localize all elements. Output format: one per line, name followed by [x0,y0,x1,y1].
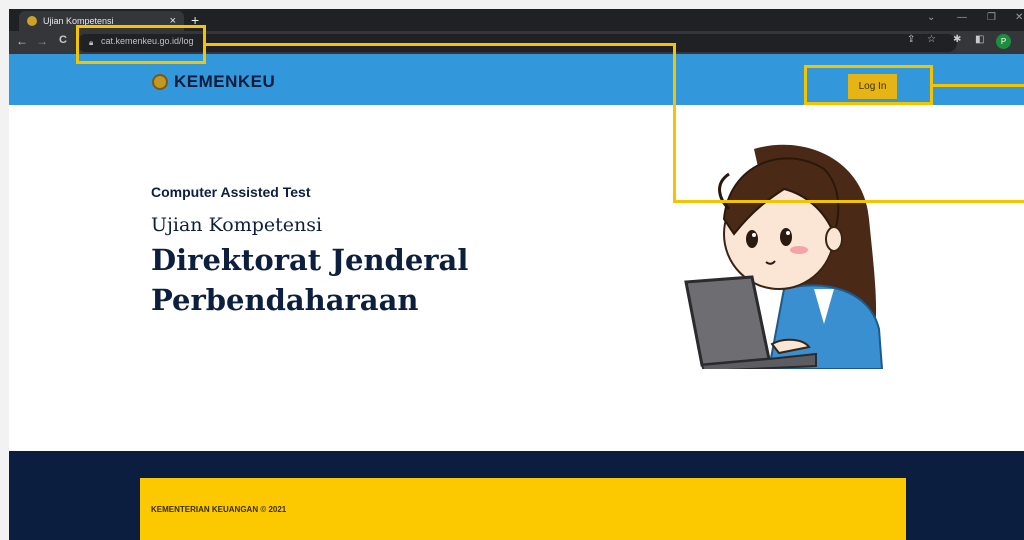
extensions-icon[interactable]: ✱ [953,34,961,45]
kemenkeu-favicon-icon [27,16,37,26]
hero-eyebrow: Computer Assisted Test [151,184,311,200]
hero-subtitle: Ujian Kompetensi [151,214,323,236]
close-window-icon[interactable]: ✕ [1015,12,1023,23]
callout-line [206,43,676,46]
brand-name: KEMENKEU [174,72,276,91]
tab-search-icon[interactable]: ⌄ [927,12,935,23]
footer-copyright: KEMENTERIAN KEUANGAN © 2021 [151,505,287,514]
minimize-icon[interactable]: — [957,12,967,23]
hero-title-line-1: Direktorat Jenderal [151,243,469,277]
kemenkeu-emblem-icon [152,74,168,90]
restore-icon[interactable]: ❐ [987,12,996,23]
side-panel-icon[interactable]: ◧ [975,34,984,45]
hero-title-line-2: Perbendaharaan [151,283,419,317]
hero-title: Direktorat Jenderal Perbendaharaan [151,240,491,320]
back-icon[interactable]: ← [16,34,28,48]
brand-logo[interactable]: KEMENKEU [152,72,275,92]
callout-line [673,43,676,203]
callout-line [933,84,1024,87]
bookmark-star-icon[interactable]: ☆ [927,34,936,45]
forward-icon[interactable]: → [36,34,48,48]
login-highlight-box [804,65,933,105]
site-footer: KEMENTERIAN KEUANGAN © 2021 [9,451,1024,540]
url-highlight-box [76,25,206,64]
screenshot-frame: Ujian Kompetensi × + ⌄ — ❐ ✕ ← → C 🔒︎ ca… [0,0,1024,540]
hero-section: Computer Assisted Test Ujian Kompetensi … [9,105,1024,451]
student-laptop-illustration [684,144,884,369]
share-icon[interactable]: ⇪ [907,34,915,45]
reload-icon[interactable]: C [59,34,67,46]
footer-card: KEMENTERIAN KEUANGAN © 2021 [140,478,906,540]
callout-line [673,200,1024,203]
profile-avatar[interactable]: P [996,34,1011,49]
